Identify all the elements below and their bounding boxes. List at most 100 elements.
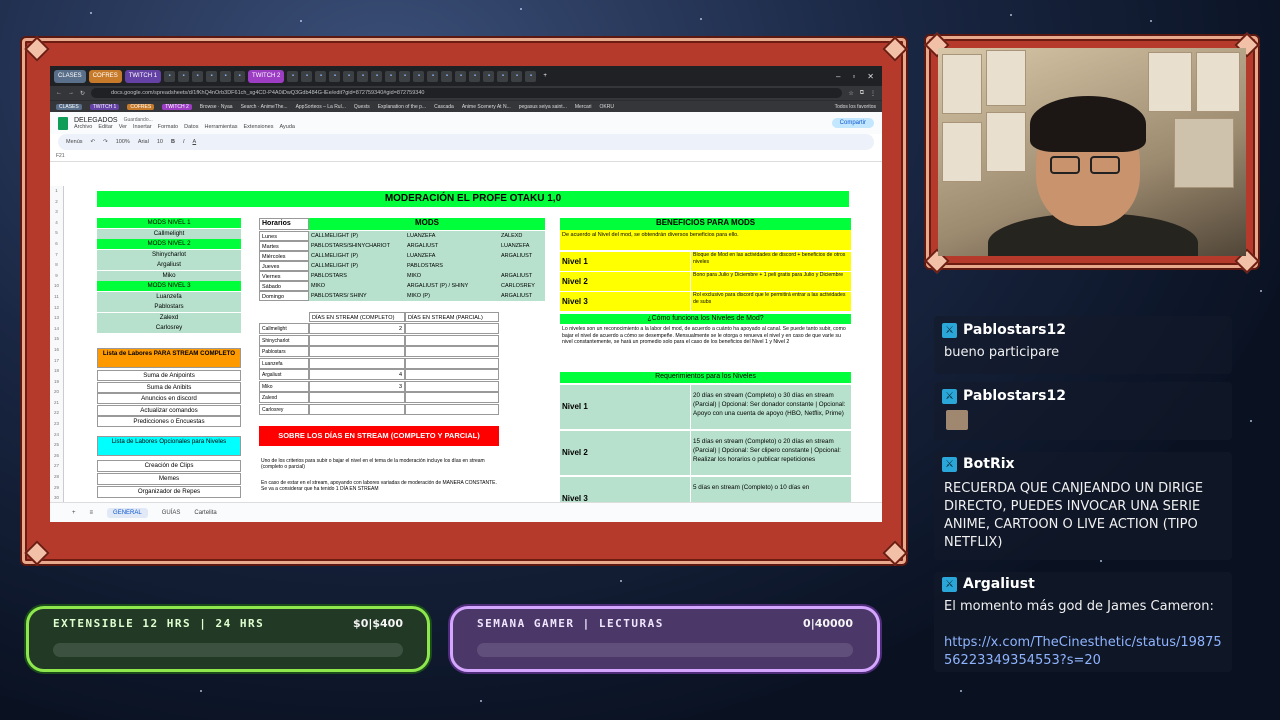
row-number[interactable]: 6 (50, 239, 63, 250)
row-number[interactable]: 4 (50, 218, 63, 229)
bookmark-item[interactable]: Mercari (575, 104, 592, 110)
row-number[interactable]: 30 (50, 493, 63, 502)
tab-icon[interactable]: ▪ (315, 70, 327, 82)
extensions-icon[interactable]: ⧉ (860, 90, 864, 97)
font-select[interactable]: Arial (138, 139, 149, 145)
tab-icon[interactable]: ▪ (329, 70, 341, 82)
minimize-icon[interactable]: – (836, 72, 840, 81)
row-number[interactable]: 2 (50, 197, 63, 208)
sheet-tab-cartelita[interactable]: Cartelita (194, 510, 216, 516)
row-number[interactable]: 22 (50, 408, 63, 419)
bookmark-folder[interactable]: TWITCH 1 (89, 103, 120, 110)
maximize-icon[interactable]: ▫ (852, 72, 855, 81)
row-number[interactable]: 11 (50, 292, 63, 303)
italic-icon[interactable]: I (183, 139, 185, 145)
menu-ayuda[interactable]: Ayuda (279, 124, 295, 130)
tab-icon[interactable]: ▪ (469, 70, 481, 82)
menu-ver[interactable]: Ver (119, 124, 127, 130)
zoom-select[interactable]: 100% (116, 139, 130, 145)
tab-icon[interactable]: ▪ (192, 70, 204, 82)
bookmark-item[interactable]: Search · AnimeThe... (241, 104, 288, 110)
forward-icon[interactable]: → (68, 90, 74, 96)
bold-icon[interactable]: B (171, 139, 175, 145)
bookmark-item[interactable]: Browse · Nyaa (200, 104, 233, 110)
add-sheet-button[interactable]: + (72, 510, 76, 516)
row-number[interactable]: 18 (50, 366, 63, 377)
new-tab-button[interactable]: + (539, 70, 551, 83)
row-number[interactable]: 20 (50, 387, 63, 398)
bookmark-item[interactable]: AppSorteos – La Rul... (296, 104, 346, 110)
tab-icon[interactable]: ▪ (441, 70, 453, 82)
bookmark-folder[interactable]: TWITCH 2 (162, 103, 192, 110)
menu-insertar[interactable]: Insertar (133, 124, 152, 130)
bookmark-item[interactable]: Anime Scenery At N... (462, 104, 511, 110)
all-bookmarks[interactable]: Todos los favoritos (835, 104, 876, 110)
bookmark-item[interactable]: OKRU (600, 104, 614, 110)
row-number[interactable]: 25 (50, 440, 63, 451)
tab-icon[interactable]: ▪ (483, 70, 495, 82)
search-menus-button[interactable]: Menús (66, 139, 83, 145)
chat-link[interactable]: https://x.com/TheCinesthetic/status/1987… (944, 634, 1228, 670)
tab-icon[interactable]: ▪ (220, 70, 232, 82)
tab-icon[interactable]: ▪ (497, 70, 509, 82)
tab-icon[interactable]: ▪ (234, 70, 246, 82)
row-number[interactable]: 14 (50, 324, 63, 335)
sheet-tab-guias[interactable]: GUÍAS (162, 510, 181, 516)
bookmark-item[interactable]: Quests (354, 104, 370, 110)
row-number[interactable]: 9 (50, 271, 63, 282)
spreadsheet-grid[interactable]: 1 2 3 4 5 6 7 8 9 10 11 12 13 14 15 16 17 18 19 20 21 22 23 24 2… (50, 186, 882, 502)
menu-icon[interactable]: ⋮ (870, 90, 876, 97)
row-number[interactable]: 23 (50, 419, 63, 430)
all-sheets-icon[interactable]: ≡ (90, 510, 94, 516)
document-title[interactable]: DELEGADOS (74, 117, 118, 124)
tab-icon[interactable]: ▪ (413, 70, 425, 82)
tab-icon[interactable]: ▪ (511, 70, 523, 82)
tab-group-clases[interactable]: CLASES (54, 69, 86, 83)
menu-editar[interactable]: Editar (98, 124, 112, 130)
bookmark-folder[interactable]: COFRES (127, 103, 155, 110)
tab-icon[interactable]: ▪ (399, 70, 411, 82)
tab-group-twitch1[interactable]: TWITCH 1 (124, 69, 162, 83)
row-number[interactable]: 7 (50, 250, 63, 261)
row-number[interactable]: 27 (50, 461, 63, 472)
tab-icon[interactable]: ▪ (287, 70, 299, 82)
tab-icon[interactable]: ▪ (371, 70, 383, 82)
tab-group-cofres[interactable]: COFRES (88, 69, 122, 83)
undo-icon[interactable]: ↶ (91, 139, 96, 145)
back-icon[interactable]: ← (56, 90, 62, 96)
row-number[interactable]: 21 (50, 398, 63, 409)
tab-icon[interactable]: ▪ (164, 70, 176, 82)
row-number[interactable]: 8 (50, 260, 63, 271)
tab-icon[interactable]: ▪ (301, 70, 313, 82)
chat-username[interactable]: ⚔ Pablostars12 (942, 320, 1066, 340)
tab-icon[interactable]: ▪ (525, 70, 537, 82)
row-number[interactable]: 26 (50, 451, 63, 462)
tab-icon[interactable]: ▪ (343, 70, 355, 82)
bookmark-folder[interactable]: CLASES (56, 103, 82, 110)
tab-icon[interactable]: ▪ (357, 70, 369, 82)
chat-username[interactable]: ⚔ BotRix (942, 454, 1015, 474)
row-number[interactable]: 5 (50, 228, 63, 239)
sheet-tab-general[interactable]: GENERAL (107, 507, 148, 518)
menu-datos[interactable]: Datos (184, 124, 198, 130)
row-number[interactable]: 12 (50, 303, 63, 314)
row-number[interactable]: 29 (50, 483, 63, 494)
menu-archivo[interactable]: Archivo (74, 124, 92, 130)
row-number[interactable]: 1 (50, 186, 63, 197)
tab-icon[interactable]: ▪ (206, 70, 218, 82)
bookmark-item[interactable]: Explanation of the p... (378, 104, 426, 110)
bookmark-item[interactable]: Cascada (434, 104, 454, 110)
menu-formato[interactable]: Formato (158, 124, 178, 130)
redo-icon[interactable]: ↷ (103, 139, 108, 145)
menu-herramientas[interactable]: Herramientas (205, 124, 238, 130)
row-number[interactable]: 10 (50, 281, 63, 292)
underline-icon[interactable]: A (192, 139, 196, 145)
sheets-logo-icon[interactable] (58, 116, 68, 130)
cell-reference[interactable]: F21 (56, 153, 65, 159)
close-icon[interactable]: ✕ (867, 72, 874, 81)
tab-icon[interactable]: ▪ (455, 70, 467, 82)
chat-username[interactable]: ⚔ Argaliust (942, 574, 1035, 594)
bookmark-item[interactable]: pegasus seiya saint... (519, 104, 567, 110)
row-number[interactable]: 15 (50, 334, 63, 345)
row-number[interactable]: 28 (50, 472, 63, 483)
